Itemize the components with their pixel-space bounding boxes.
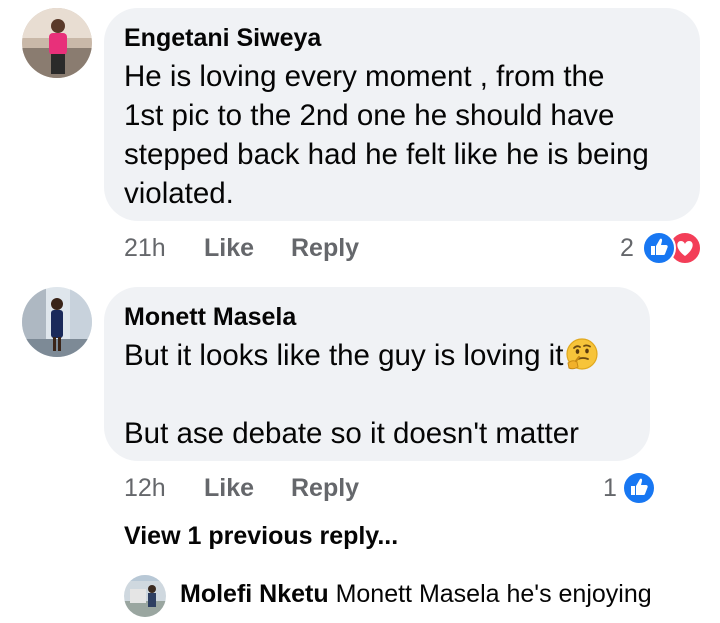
like-button[interactable]: Like — [204, 234, 254, 263]
comment-author[interactable]: Monett Masela — [124, 303, 296, 332]
reaction-count[interactable]: 2 — [620, 234, 634, 263]
reply-author[interactable]: Molefi Nketu — [180, 580, 329, 608]
like-button[interactable]: Like — [204, 474, 254, 503]
comment-text-line-1: But it looks like the guy is loving it — [124, 336, 634, 381]
comment-text-line-2: But ase debate so it doesn't matter — [124, 417, 579, 450]
comment-text: He is loving every moment , from the 1st… — [124, 60, 649, 210]
reply-preview-text-row: Molefi Nketu Monett Masela he's enjoying — [180, 580, 652, 609]
view-previous-replies-link[interactable]: View 1 previous reply... — [124, 522, 398, 551]
like-icon[interactable] — [642, 231, 676, 265]
like-icon[interactable] — [622, 471, 656, 505]
reaction-count[interactable]: 1 — [603, 474, 617, 503]
avatar[interactable] — [124, 575, 166, 617]
comment-author[interactable]: Engetani Siweya — [124, 24, 321, 53]
reply-button[interactable]: Reply — [291, 474, 359, 503]
reply-button[interactable]: Reply — [291, 234, 359, 263]
avatar[interactable] — [22, 287, 92, 357]
thinking-face-emoji — [565, 337, 599, 381]
reply-text: Monett Masela he's enjoying — [335, 580, 652, 608]
avatar[interactable] — [22, 8, 92, 78]
comment-time[interactable]: 21h — [124, 234, 166, 263]
comment-time[interactable]: 12h — [124, 474, 166, 503]
comment-text: But it looks like the guy is loving it — [124, 339, 564, 372]
